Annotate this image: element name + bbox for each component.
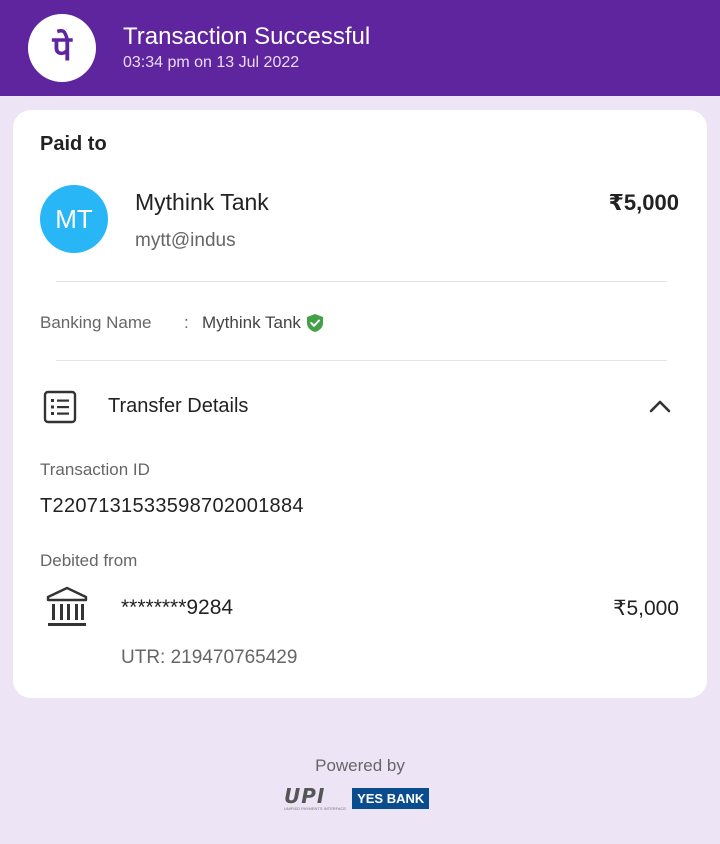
paid-amount: ₹5,000 — [608, 190, 679, 215]
upi-logo: UPI UNIFIED PAYMENTS INTERFACE — [284, 786, 346, 811]
bank-building-icon — [46, 586, 88, 626]
yes-bank-logo: YES BANK — [352, 788, 430, 809]
upi-logo-subtitle: UNIFIED PAYMENTS INTERFACE — [284, 806, 347, 811]
avatar-initials: MT — [55, 203, 93, 234]
transfer-details-title[interactable]: Transfer Details — [108, 395, 248, 418]
banking-name-text: Mythink Tank — [202, 313, 301, 332]
powered-by-label: Powered by — [315, 756, 405, 775]
avatar: MT — [40, 185, 108, 253]
page-title: Transaction Successful — [123, 23, 371, 50]
paid-to-label: Paid to — [40, 133, 107, 155]
phonepe-logo: पे — [28, 14, 96, 82]
debited-amount: ₹5,000 — [613, 597, 679, 620]
upi-logo-text: UPI — [284, 784, 326, 808]
transaction-card: Paid to MT Mythink Tank mytt@indus ₹5,00… — [13, 110, 707, 698]
receipt-list-icon — [43, 390, 77, 424]
verified-shield-icon — [306, 314, 323, 332]
debited-from-label: Debited from — [40, 551, 138, 570]
account-number: ********9284 — [121, 596, 234, 619]
payee-upi-id: mytt@indus — [135, 230, 236, 251]
divider — [56, 281, 667, 282]
divider — [56, 360, 667, 361]
banking-name-value: Mythink Tank — [202, 313, 323, 333]
yes-bank-logo-text: YES BANK — [357, 791, 425, 806]
transaction-datetime: 03:34 pm on 13 Jul 2022 — [123, 54, 300, 71]
payee-name: Mythink Tank — [135, 189, 269, 215]
logo-glyph: पे — [51, 28, 73, 69]
app-header: पे Transaction Successful 03:34 pm on 13… — [0, 0, 720, 96]
partner-logos: UPI UNIFIED PAYMENTS INTERFACE YES BANK — [284, 786, 430, 811]
banking-name-label: Banking Name — [40, 313, 152, 332]
utr-number[interactable]: UTR: 219470765429 — [121, 647, 297, 669]
header-text: Transaction Successful 03:34 pm on 13 Ju… — [123, 22, 370, 73]
transaction-id-label: Transaction ID — [40, 460, 150, 479]
transaction-id-value[interactable]: T2207131533598702001884 — [40, 495, 304, 518]
chevron-up-icon[interactable] — [649, 398, 671, 414]
banking-name-separator: : — [184, 313, 189, 332]
